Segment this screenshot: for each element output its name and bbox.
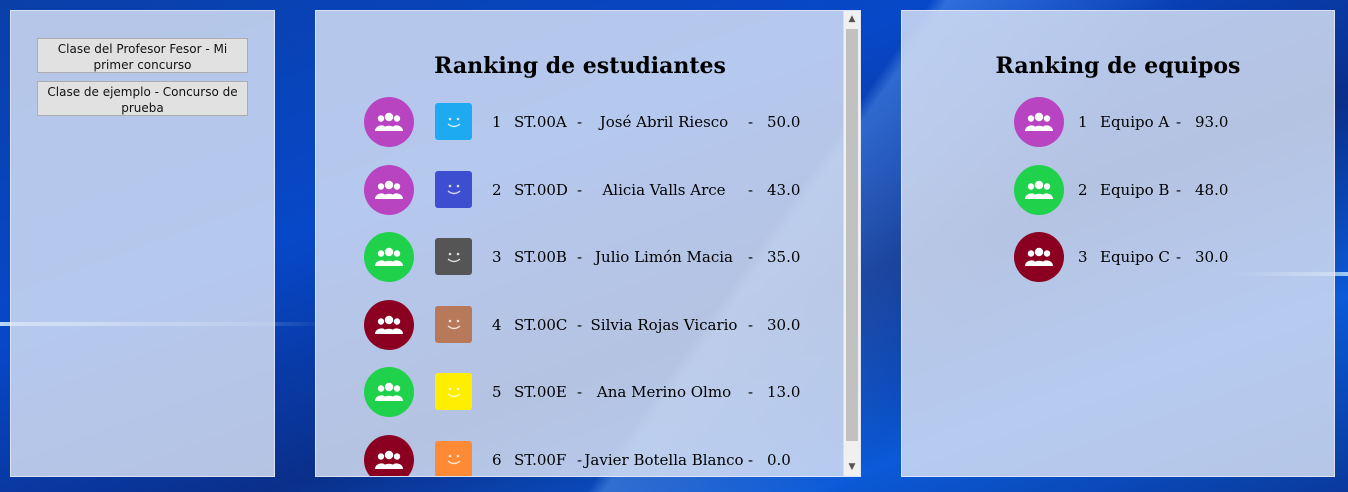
team-rank: 1 xyxy=(1078,113,1088,131)
student-score: 43.0 xyxy=(767,180,801,199)
student-row: 6 ST.00F - Javier Botella Blanco -0.0 xyxy=(316,434,844,476)
class-list-panel: Clase del Profesor Fesor - Mi primer con… xyxy=(10,10,275,477)
separator: - xyxy=(748,450,754,469)
team-score: 93.0 xyxy=(1195,113,1229,131)
group-icon xyxy=(364,97,414,147)
group-icon xyxy=(1014,164,1064,215)
team-row: 3 Equipo C -30.0 xyxy=(902,232,1334,282)
team-row: 2 Equipo B -48.0 xyxy=(902,164,1334,215)
team-rank: 3 xyxy=(1078,248,1088,266)
smiley-face-icon xyxy=(435,238,472,275)
student-name: Silvia Rojas Vicario xyxy=(590,315,738,334)
student-score: 50.0 xyxy=(767,113,801,131)
team-name: Equipo B xyxy=(1100,180,1170,199)
separator: - xyxy=(1176,180,1182,199)
group-icon xyxy=(1014,232,1064,282)
team-score: 30.0 xyxy=(1195,248,1229,266)
team-score: 48.0 xyxy=(1195,180,1229,199)
smiley-face-icon xyxy=(435,373,472,410)
separator: - xyxy=(1176,248,1182,266)
student-code: ST.00E xyxy=(514,383,567,401)
smiley-face-icon xyxy=(435,103,472,140)
student-ranking-title: Ranking de estudiantes xyxy=(434,53,726,79)
student-score: 13.0 xyxy=(767,383,801,401)
smiley-face-icon xyxy=(435,170,472,208)
student-score: 35.0 xyxy=(767,248,801,266)
team-row: 1 Equipo A -93.0 xyxy=(902,97,1334,147)
student-name: José Abril Riesco xyxy=(599,113,729,131)
student-row: 1 ST.00A - José Abril Riesco -50.0 xyxy=(316,97,844,147)
separator: - xyxy=(748,315,754,334)
class-button-1[interactable]: Clase del Profesor Fesor - Mi primer con… xyxy=(37,38,248,73)
scroll-thumb[interactable] xyxy=(846,29,858,441)
group-icon xyxy=(364,232,414,282)
scrollbar[interactable]: ▲ ▼ xyxy=(843,11,860,476)
separator: - xyxy=(748,248,754,266)
student-code: ST.00A xyxy=(514,113,567,131)
student-name: Javier Botella Blanco xyxy=(584,450,744,469)
team-ranking-title: Ranking de equipos xyxy=(995,53,1241,79)
team-name: Equipo A xyxy=(1100,113,1170,131)
student-rank: 5 xyxy=(492,383,502,401)
student-code: ST.00C xyxy=(514,315,568,334)
student-score: 30.0 xyxy=(767,315,801,334)
student-score: 0.0 xyxy=(767,450,791,469)
group-icon xyxy=(364,367,414,417)
smiley-face-icon xyxy=(435,440,472,476)
student-name: Julio Limón Macia xyxy=(595,248,733,266)
student-rank: 6 xyxy=(492,450,502,469)
group-icon xyxy=(364,434,414,476)
student-code: ST.00D xyxy=(514,180,568,199)
student-row: 2 ST.00D - Alicia Valls Arce -43.0 xyxy=(316,164,844,215)
group-icon xyxy=(364,299,414,350)
group-icon xyxy=(364,164,414,215)
student-code: ST.00F xyxy=(514,450,567,469)
student-row: 3 ST.00B - Julio Limón Macia -35.0 xyxy=(316,232,844,282)
separator: - xyxy=(748,180,754,199)
student-name: Alicia Valls Arce xyxy=(602,180,726,199)
scroll-down-icon[interactable]: ▼ xyxy=(844,459,860,476)
separator: - xyxy=(748,383,754,401)
team-name: Equipo C xyxy=(1100,248,1170,266)
student-row: 4 ST.00C - Silvia Rojas Vicario -30.0 xyxy=(316,299,844,350)
student-row: 5 ST.00E - Ana Merino Olmo -13.0 xyxy=(316,367,844,417)
team-ranking-panel: Ranking de equipos 1 Equipo A -93.0 2 Equipo… xyxy=(901,10,1335,477)
student-rank: 2 xyxy=(492,180,502,199)
smiley-face-icon xyxy=(435,305,472,343)
separator: - xyxy=(748,113,754,131)
student-code: ST.00B xyxy=(514,248,567,266)
separator: - xyxy=(1176,113,1182,131)
student-ranking-panel[interactable]: Ranking de estudiantes 1 ST.00A - José Abri… xyxy=(315,10,861,477)
student-rank: 1 xyxy=(492,113,502,131)
class-button-2[interactable]: Clase de ejemplo - Concurso de prueba xyxy=(37,81,248,116)
team-rank: 2 xyxy=(1078,180,1088,199)
student-rank: 3 xyxy=(492,248,502,266)
scroll-up-icon[interactable]: ▲ xyxy=(844,11,860,28)
group-icon xyxy=(1014,97,1064,147)
student-name: Ana Merino Olmo xyxy=(596,383,732,401)
student-rank: 4 xyxy=(492,315,502,334)
